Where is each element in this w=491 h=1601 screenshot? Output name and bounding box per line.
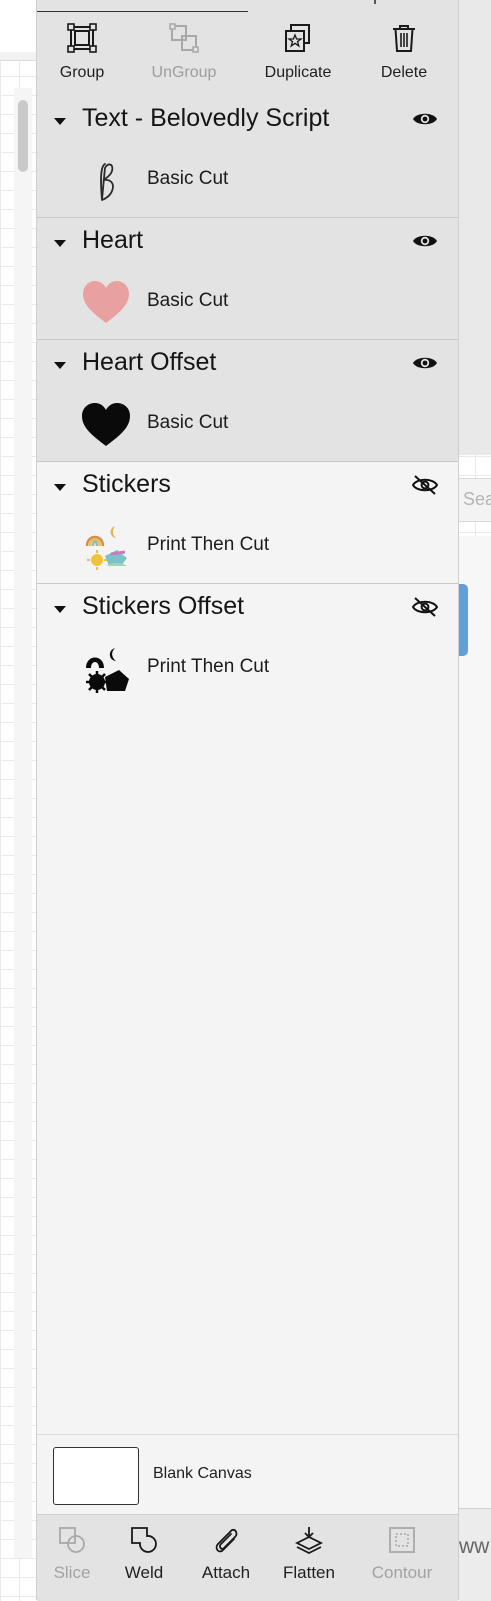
canvas-color-swatch[interactable]	[53, 1447, 139, 1505]
layer-title: Stickers Offset	[82, 592, 245, 620]
contour-label: Contour	[371, 1563, 433, 1582]
layer-row-text[interactable]: Text - Belovedly Script Basic Cut	[37, 96, 458, 218]
right-panel-area	[459, 536, 491, 1508]
delete-label: Delete	[380, 64, 428, 81]
canvas-scroll-thumb[interactable]	[18, 100, 28, 172]
ungroup-label: UnGroup	[151, 64, 217, 81]
eye-icon[interactable]	[412, 109, 438, 129]
eye-icon[interactable]	[412, 231, 438, 251]
right-search-field[interactable]: Sea	[459, 478, 491, 522]
duplicate-label: Duplicate	[264, 64, 332, 81]
slice-label: Slice	[53, 1563, 91, 1582]
layers-toolbar: Group UnGroup Duplicate Delete	[37, 12, 458, 97]
right-blue-tab[interactable]	[459, 584, 468, 656]
layer-row-heart-offset[interactable]: Heart Offset Basic Cut	[37, 340, 458, 462]
operation-label: Print Then Cut	[147, 534, 270, 555]
operation-label: Basic Cut	[147, 290, 229, 311]
collapse-caret-icon[interactable]	[54, 362, 66, 369]
stickers-silhouette-thumbnail	[86, 648, 129, 693]
flatten-icon	[294, 1527, 324, 1555]
layers-panel: Group UnGroup Duplicate Delete Text - Be…	[36, 0, 459, 1601]
collapse-caret-icon[interactable]	[54, 240, 66, 247]
duplicate-button[interactable]: Duplicate	[259, 12, 337, 96]
flatten-button[interactable]: Flatten	[281, 1515, 337, 1601]
collapse-caret-icon[interactable]	[54, 118, 66, 125]
eye-hidden-icon[interactable]	[412, 475, 438, 495]
collapse-caret-icon[interactable]	[54, 484, 66, 491]
weld-icon	[131, 1527, 157, 1553]
paperclip-icon	[215, 1528, 238, 1553]
layer-actions-bar: Slice Weld Attach Flatten Contour	[37, 1514, 458, 1601]
attach-label: Attach	[201, 1563, 251, 1582]
operation-label: Basic Cut	[147, 168, 229, 189]
layer-row-stickers-offset[interactable]: Stickers Offset Print Then Cut	[37, 584, 458, 706]
operation-label: Basic Cut	[147, 412, 229, 433]
collapse-caret-icon[interactable]	[54, 606, 66, 613]
black-heart-thumbnail	[82, 403, 130, 446]
layer-title: Stickers	[82, 470, 171, 498]
delete-button[interactable]: Delete	[377, 12, 431, 96]
weld-button[interactable]: Weld	[121, 1515, 167, 1601]
weld-label: Weld	[124, 1563, 164, 1582]
eye-icon[interactable]	[412, 353, 438, 373]
ungroup-icon	[169, 23, 199, 53]
canvas-ruler	[0, 52, 36, 61]
right-bottom-fragment: ww	[459, 1535, 490, 1558]
trash-icon	[393, 25, 415, 52]
tab-divider	[374, 0, 376, 4]
operation-label: Print Then Cut	[147, 656, 270, 677]
duplicate-icon	[285, 24, 310, 52]
layer-title: Text - Belovedly Script	[82, 104, 330, 132]
slice-button[interactable]: Slice	[49, 1515, 95, 1601]
right-search-fragment: Sea	[463, 489, 491, 509]
right-panel-backdrop	[459, 0, 491, 455]
pink-heart-thumbnail	[83, 281, 129, 323]
canvas-top-strip	[0, 0, 36, 52]
flatten-label: Flatten	[283, 1563, 335, 1582]
blank-canvas-label: Blank Canvas	[153, 1465, 252, 1482]
eye-hidden-icon[interactable]	[412, 597, 438, 617]
group-icon	[67, 23, 97, 53]
script-letter-thumbnail	[100, 163, 114, 201]
contour-button[interactable]: Contour	[369, 1515, 435, 1601]
layer-title: Heart	[82, 226, 144, 254]
right-bottom-area: ww	[459, 1508, 491, 1601]
group-button[interactable]: Group	[55, 12, 109, 96]
stickers-thumbnail	[85, 526, 127, 570]
group-label: Group	[59, 64, 105, 81]
layer-row-heart[interactable]: Heart Basic Cut	[37, 218, 458, 340]
layer-row-stickers[interactable]: Stickers Print Then Cut	[37, 462, 458, 584]
canvas-scrollbar[interactable]	[14, 88, 32, 1558]
slice-icon	[59, 1527, 85, 1553]
attach-button[interactable]: Attach	[199, 1515, 253, 1601]
blank-canvas-row[interactable]: Blank Canvas	[37, 1434, 458, 1515]
layer-title: Heart Offset	[82, 348, 217, 376]
ungroup-button[interactable]: UnGroup	[147, 12, 221, 96]
contour-icon	[389, 1527, 415, 1553]
